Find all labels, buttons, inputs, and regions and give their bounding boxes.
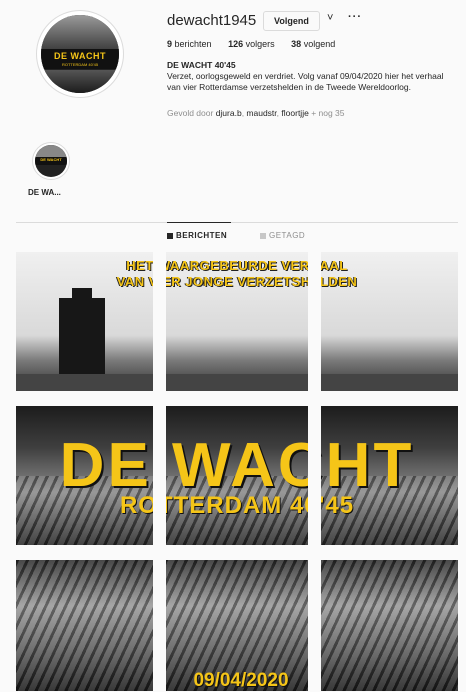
following-button[interactable]: Volgend: [263, 11, 320, 31]
post-thumbnail[interactable]: [321, 560, 458, 691]
posts-stat: 9 berichten: [167, 39, 212, 49]
tab-posts[interactable]: BERICHTEN: [167, 231, 227, 240]
followed-by-user[interactable]: maudstr: [246, 108, 276, 118]
followers-label: volgers: [245, 39, 275, 49]
tab-divider: [16, 222, 458, 223]
followed-by-user[interactable]: floortjje: [281, 108, 308, 118]
avatar-logo-text: DE WACHT: [54, 51, 106, 61]
posts-label: berichten: [174, 39, 212, 49]
following-label: volgend: [303, 39, 336, 49]
followed-by[interactable]: Gevold door djura.b, maudstr, floortjje …: [167, 108, 345, 118]
tag-icon: [260, 232, 266, 239]
post-thumbnail[interactable]: [166, 252, 308, 391]
avatar-ground: [41, 69, 119, 93]
followed-by-prefix: Gevold door: [167, 108, 214, 118]
followed-by-more[interactable]: + nog 35: [311, 108, 344, 118]
story-highlight[interactable]: DE WACHT: [32, 142, 70, 180]
tab-active-indicator: [167, 222, 231, 223]
grid-gap: [308, 252, 321, 691]
grid-gap: [16, 545, 458, 560]
grid-gap: [153, 252, 166, 691]
tab-posts-label: BERICHTEN: [176, 231, 228, 240]
post-thumbnail[interactable]: [166, 406, 308, 545]
avatar-image: DE WACHT ROTTERDAM 40'45: [41, 15, 119, 93]
post-thumbnail[interactable]: [16, 406, 153, 545]
posts-count: 9: [167, 39, 173, 49]
tab-tagged[interactable]: GETAGD: [260, 231, 305, 240]
avatar-sky: [41, 15, 119, 51]
profile-avatar[interactable]: DE WACHT ROTTERDAM 40'45: [36, 10, 124, 98]
post-thumbnail[interactable]: [321, 406, 458, 545]
post-thumbnail[interactable]: [16, 252, 153, 391]
followed-by-user[interactable]: djura.b: [216, 108, 242, 118]
following-count: 38: [291, 39, 302, 49]
highlight-image: DE WACHT: [35, 145, 67, 177]
post-thumbnail[interactable]: [321, 252, 458, 391]
highlight-sky: [35, 145, 67, 157]
more-options-icon[interactable]: ···: [348, 11, 362, 23]
avatar-logo-subtext: ROTTERDAM 40'45: [61, 62, 99, 67]
highlight-logo-text: DE WACHT: [40, 157, 62, 162]
grid-gap: [16, 391, 458, 406]
followers-count: 126: [228, 39, 244, 49]
full-name: DE WACHT 40'45: [167, 60, 236, 70]
following-stat[interactable]: 38 volgend: [291, 39, 335, 49]
chevron-down-icon[interactable]: ˅: [327, 12, 333, 24]
tab-tagged-label: GETAGD: [269, 231, 306, 240]
bio: Verzet, oorlogsgeweld en verdriet. Volg …: [167, 71, 444, 92]
posts-grid: HET WAARGEBEURDE VERHAAL VAN VIER JONGE …: [16, 252, 458, 691]
post-thumbnail[interactable]: [16, 560, 153, 691]
followers-stat[interactable]: 126 volgers: [228, 39, 275, 49]
profile-stats: 9 berichten 126 volgers 38 volgend: [167, 39, 349, 49]
post-thumbnail[interactable]: [166, 560, 308, 691]
grid-icon: [167, 232, 173, 239]
highlight-label[interactable]: DE WA...: [28, 188, 61, 197]
username: dewacht1945: [167, 12, 257, 29]
